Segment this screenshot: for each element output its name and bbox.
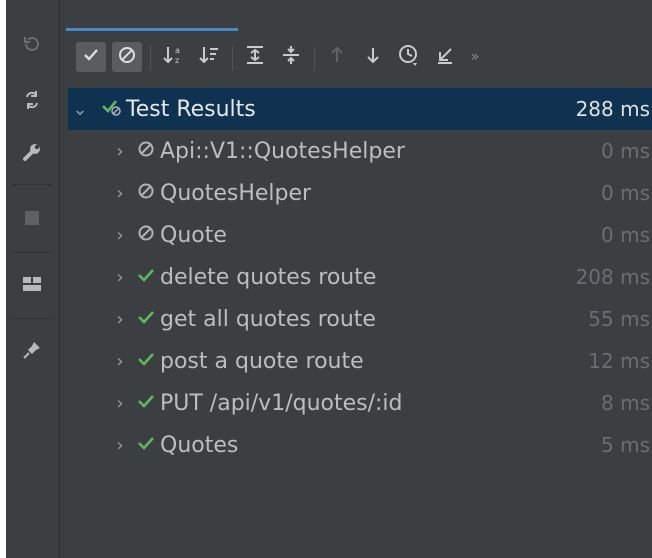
passed-icon xyxy=(132,349,160,373)
tree-item[interactable]: › post a quote route 12 ms xyxy=(68,340,652,382)
chevron-right-icon[interactable]: › xyxy=(108,393,132,414)
ignored-icon xyxy=(132,181,160,205)
check-icon xyxy=(81,45,101,70)
arrow-down-icon xyxy=(363,45,383,70)
import-tests-button[interactable] xyxy=(430,42,460,72)
active-tab-indicator xyxy=(66,28,238,31)
tree-item-duration: 8 ms xyxy=(601,391,650,415)
tree-item[interactable]: › Quote 0 ms xyxy=(68,214,652,256)
tree-item-label: post a quote route xyxy=(160,348,364,374)
collapse-all-icon xyxy=(280,44,302,71)
expand-all-icon xyxy=(244,44,266,71)
sort-alpha-icon: az xyxy=(162,44,184,71)
tree-item-label: Quotes xyxy=(160,432,239,458)
ignored-icon xyxy=(132,139,160,163)
tree-item-label: Quote xyxy=(160,222,227,248)
arrow-up-icon xyxy=(327,45,347,70)
tree-item-label: get all quotes route xyxy=(160,306,376,332)
more-button[interactable]: » xyxy=(460,42,490,72)
layout-icon[interactable] xyxy=(18,270,46,298)
chevron-right-icon[interactable]: › xyxy=(108,309,132,330)
tree-item-duration: 208 ms xyxy=(575,265,650,289)
expand-all-button[interactable] xyxy=(240,42,270,72)
test-runner-panel: az » ⌄ Test Results 288 ms › Api::V1::Qu… xyxy=(6,0,652,558)
next-failed-button[interactable] xyxy=(358,42,388,72)
tree-item-duration: 0 ms xyxy=(601,181,650,205)
passed-with-ignored-icon xyxy=(98,97,126,122)
tool-strip xyxy=(6,0,60,558)
chevron-right-icon[interactable]: › xyxy=(108,351,132,372)
toolbar-separator xyxy=(150,46,151,70)
ignored-icon xyxy=(117,45,137,70)
tree-item[interactable]: › Api::V1::QuotesHelper 0 ms xyxy=(68,130,652,172)
passed-icon xyxy=(132,391,160,415)
chevron-right-icon[interactable]: › xyxy=(108,141,132,162)
tree-item[interactable]: › get all quotes route 55 ms xyxy=(68,298,652,340)
show-passed-button[interactable] xyxy=(76,42,106,72)
rerun-icon[interactable] xyxy=(18,30,46,58)
chevron-down-icon[interactable]: ⌄ xyxy=(68,99,92,120)
collapse-all-button[interactable] xyxy=(276,42,306,72)
tab-bar xyxy=(60,0,652,26)
chevron-right-icon[interactable]: › xyxy=(108,435,132,456)
toggle-auto-test-icon[interactable] xyxy=(18,86,46,114)
sort-duration-icon xyxy=(198,44,220,71)
chevron-right-icon[interactable]: › xyxy=(108,267,132,288)
test-toolbar: az » xyxy=(60,34,652,82)
tree-item-label: Api::V1::QuotesHelper xyxy=(160,138,405,164)
chevron-right-icon[interactable]: › xyxy=(108,183,132,204)
import-icon xyxy=(435,45,455,70)
toolbar-separator xyxy=(314,46,315,70)
history-icon xyxy=(397,43,421,72)
tree-item-duration: 0 ms xyxy=(601,223,650,247)
strip-separator xyxy=(12,318,52,319)
toolbar-separator xyxy=(232,46,233,70)
tree-item-duration: 5 ms xyxy=(601,433,650,457)
tree-item[interactable]: › Quotes 5 ms xyxy=(68,424,652,466)
prev-failed-button[interactable] xyxy=(322,42,352,72)
tree-item-label: QuotesHelper xyxy=(160,180,312,206)
tree-item[interactable]: › QuotesHelper 0 ms xyxy=(68,172,652,214)
passed-icon xyxy=(132,433,160,457)
tree-item-label: PUT /api/v1/quotes/:id xyxy=(160,390,403,416)
tree-item-duration: 12 ms xyxy=(588,349,650,373)
stop-icon[interactable] xyxy=(18,204,46,232)
strip-separator xyxy=(12,252,52,253)
chevron-right-icon[interactable]: › xyxy=(108,225,132,246)
tree-root-label: Test Results xyxy=(126,96,256,122)
tree-root-test-results[interactable]: ⌄ Test Results 288 ms xyxy=(68,88,652,130)
svg-text:a: a xyxy=(175,46,180,55)
sort-alpha-button[interactable]: az xyxy=(158,42,188,72)
passed-icon xyxy=(132,265,160,289)
chevrons-right-icon: » xyxy=(470,49,480,65)
show-ignored-button[interactable] xyxy=(112,42,142,72)
test-tree: ⌄ Test Results 288 ms › Api::V1::QuotesH… xyxy=(68,88,652,466)
sort-duration-button[interactable] xyxy=(194,42,224,72)
test-history-button[interactable] xyxy=(394,42,424,72)
wrench-icon[interactable] xyxy=(18,138,46,166)
tree-root-duration: 288 ms xyxy=(575,97,650,121)
passed-icon xyxy=(132,307,160,331)
pin-icon[interactable] xyxy=(18,336,46,364)
svg-text:z: z xyxy=(175,56,179,65)
strip-separator xyxy=(12,184,52,185)
tree-item-duration: 55 ms xyxy=(588,307,650,331)
tree-item[interactable]: › delete quotes route 208 ms xyxy=(68,256,652,298)
ignored-icon xyxy=(132,223,160,247)
tree-item-label: delete quotes route xyxy=(160,264,377,290)
tree-item[interactable]: › PUT /api/v1/quotes/:id 8 ms xyxy=(68,382,652,424)
tree-item-duration: 0 ms xyxy=(601,139,650,163)
